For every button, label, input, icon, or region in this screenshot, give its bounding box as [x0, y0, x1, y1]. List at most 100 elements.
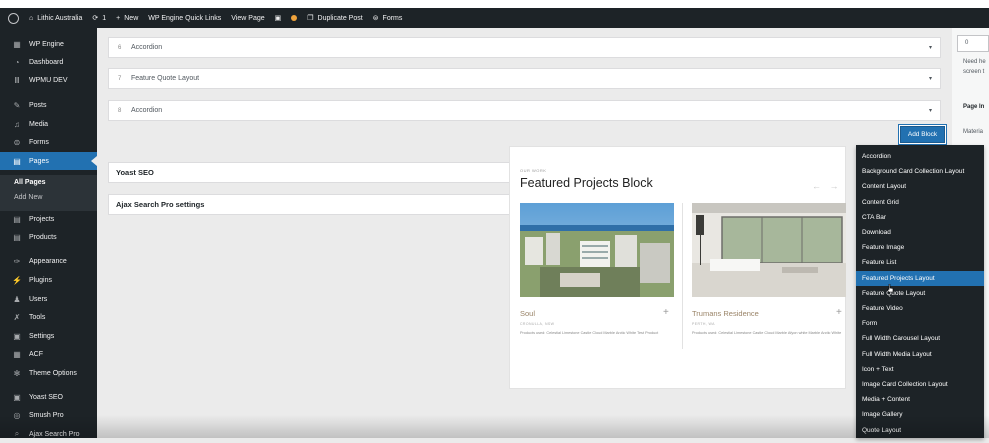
plugin-square-icon: ▣	[274, 15, 282, 22]
order-input[interactable]: 0	[957, 35, 989, 52]
plugin-icon-link[interactable]: ▣	[275, 14, 282, 22]
sidebar-item-tools[interactable]: ✗ Tools	[0, 308, 97, 326]
brush-icon: ✑	[13, 256, 21, 266]
sidebar-item-label: WP Engine	[29, 40, 64, 48]
yoast-seo-postbox[interactable]: Yoast SEO	[108, 162, 513, 183]
collapse-arrow-icon[interactable]: ▾	[929, 75, 932, 82]
updates-count: 1	[102, 14, 107, 22]
sidebar-item-forms[interactable]: ⊜ Forms	[0, 133, 97, 151]
dropdown-item[interactable]: Content Grid	[856, 195, 984, 210]
view-page-link[interactable]: View Page	[231, 15, 264, 22]
sidebar-item-appearance[interactable]: ✑ Appearance	[0, 252, 97, 270]
layout-row[interactable]: 7 Feature Quote Layout ▾	[108, 68, 941, 89]
dropdown-item[interactable]: CTA Bar	[856, 210, 984, 225]
sidebar-item-wpmu-dev[interactable]: Ⅲ WPMU DEV	[0, 71, 97, 89]
dropdown-item[interactable]: Feature List	[856, 255, 984, 270]
sidebar-item-label: Media	[29, 120, 49, 128]
dropdown-item[interactable]: Icon + Text	[856, 362, 984, 377]
dropdown-item[interactable]: Accordion	[856, 149, 984, 164]
sidebar-item-yoast-seo[interactable]: ▣ Yoast SEO	[0, 388, 97, 406]
layout-number: 8	[118, 107, 122, 114]
help-text: screen t	[963, 69, 985, 75]
gear-icon: ✻	[13, 368, 21, 378]
layout-dropdown-menu: Accordion Background Card Collection Lay…	[856, 145, 984, 438]
submenu-all-pages[interactable]: All Pages	[14, 179, 46, 186]
layout-row[interactable]: 8 Accordion ▾	[108, 100, 941, 121]
project-name: Trumans Residence	[692, 309, 759, 318]
project-image-soul	[520, 203, 674, 297]
project-products: Products used: Celestial Limestone Castl…	[692, 331, 842, 335]
submenu-add-new[interactable]: Add New	[14, 194, 42, 201]
sidebar-item-label: Posts	[29, 101, 47, 109]
new-content-link[interactable]: + New	[116, 15, 138, 22]
products-icon: ▤	[13, 232, 21, 242]
dropdown-item[interactable]: Media + Content	[856, 392, 984, 407]
forms-icon: ⊜	[372, 15, 379, 22]
add-block-button[interactable]: Add Block	[900, 126, 945, 143]
wordpress-logo-icon[interactable]	[8, 12, 19, 24]
dropdown-item-highlighted[interactable]: Featured Projects Layout	[856, 270, 984, 286]
ajax-search-pro-postbox[interactable]: Ajax Search Pro settings	[108, 194, 513, 215]
sidebar-item-smush-pro[interactable]: ◎ Smush Pro	[0, 406, 97, 424]
sidebar-item-label: Dashboard	[29, 58, 64, 66]
dropdown-item[interactable]: Feature Image	[856, 240, 984, 255]
sidebar-item-label: Yoast SEO	[29, 393, 63, 401]
sidebar-item-projects[interactable]: ▤ Projects	[0, 210, 97, 228]
pages-icon: ▤	[13, 156, 21, 166]
sidebar-item-label: Theme Options	[29, 369, 77, 377]
sidebar-item-ajax-search-pro[interactable]: ⌕ Ajax Search Pro	[0, 425, 97, 443]
project-location: CRONULLA, NSW	[520, 322, 555, 326]
sidebar-item-label: ACF	[29, 350, 43, 358]
sidebar-item-theme-options[interactable]: ✻ Theme Options	[0, 364, 97, 382]
sidebar-item-label: Projects	[29, 215, 55, 223]
site-name-link[interactable]: ⌂ Lithic Australia	[29, 15, 82, 22]
dropdown-item[interactable]: Full Width Carousel Layout	[856, 331, 984, 346]
dropdown-item[interactable]: Image Gallery	[856, 407, 984, 422]
sidebar-item-label: Pages	[29, 157, 49, 165]
new-label: New	[124, 14, 139, 22]
dropdown-item[interactable]: Feature Quote Layout	[856, 286, 984, 301]
preview-eyebrow: OUR WORK	[520, 168, 547, 173]
dropdown-item[interactable]: Image Card Collection Layout	[856, 377, 984, 392]
sidebar-item-settings[interactable]: ▣ Settings	[0, 327, 97, 345]
smush-icon: ◎	[13, 410, 21, 420]
sidebar-item-label: Smush Pro	[29, 411, 64, 419]
sidebar-item-label: Tools	[29, 313, 46, 321]
plus-icon: +	[116, 14, 121, 22]
dropdown-item[interactable]: Feature Video	[856, 301, 984, 316]
duplicate-post-link[interactable]: ❐ Duplicate Post	[307, 14, 362, 23]
pin-icon: ✎	[13, 100, 21, 110]
collapse-arrow-icon[interactable]: ▾	[929, 44, 932, 51]
sidebar-item-media[interactable]: ♫ Media	[0, 115, 97, 133]
sidebar-item-products[interactable]: ▤ Products	[0, 228, 97, 246]
dropdown-item[interactable]: Download	[856, 225, 984, 240]
sidebar-item-users[interactable]: ♟ Users	[0, 290, 97, 308]
status-dot-link[interactable]	[291, 15, 298, 21]
sidebar-item-acf[interactable]: ▦ ACF	[0, 345, 97, 363]
wpmudev-icon: Ⅲ	[14, 75, 20, 85]
sidebar-item-pages[interactable]: ▤ Pages	[0, 152, 97, 170]
layout-label: Feature Quote Layout	[131, 75, 200, 82]
dropdown-item[interactable]: Content Layout	[856, 179, 984, 194]
dropdown-item[interactable]: Form	[856, 316, 984, 331]
updates-icon: ⟳	[92, 15, 99, 22]
dropdown-item[interactable]: Background Card Collection Layout	[856, 164, 984, 179]
forms-link[interactable]: ⊜ Forms	[372, 14, 403, 23]
sidebar-item-posts[interactable]: ✎ Posts	[0, 96, 97, 114]
view-page-label: View Page	[231, 14, 265, 22]
carousel-arrows-icon: ← →	[812, 181, 842, 191]
dropdown-item[interactable]: Full Width Media Layout	[856, 347, 984, 362]
sidebar-item-plugins[interactable]: ⚡ Plugins	[0, 271, 97, 289]
sidebar-item-dashboard[interactable]: ◔ Dashboard	[0, 53, 97, 71]
sidebar-item-wp-engine[interactable]: ▦ WP Engine	[0, 35, 97, 53]
quick-links-link[interactable]: WP Engine Quick Links	[148, 15, 221, 22]
layout-row[interactable]: 6 Accordion ▾	[108, 37, 941, 58]
quick-links-label: WP Engine Quick Links	[148, 14, 222, 22]
sidebar-item-label: Forms	[29, 138, 49, 146]
updates-link[interactable]: ⟳ 1	[92, 14, 107, 23]
sidebar-item-label: Users	[29, 295, 48, 303]
sidebar-item-label: Settings	[29, 332, 55, 340]
dropdown-item[interactable]: Quote Layout	[856, 423, 984, 438]
settings-icon: ▣	[13, 331, 21, 341]
collapse-arrow-icon[interactable]: ▾	[929, 107, 932, 114]
